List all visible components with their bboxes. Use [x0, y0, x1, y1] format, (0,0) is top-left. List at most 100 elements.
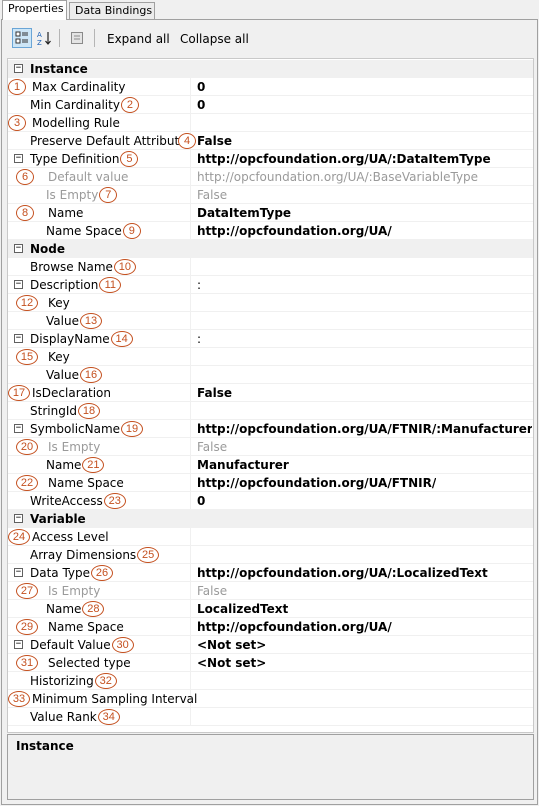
property-row[interactable]: Key 15 [8, 348, 533, 366]
collapse-toggle-icon[interactable]: − [14, 334, 23, 343]
property-row[interactable]: − Type Definition http://opcfoundation.org… [8, 150, 533, 168]
property-row[interactable]: Historizing 32 [8, 672, 533, 690]
expand-all-button[interactable]: Expand all [107, 32, 170, 46]
column-divider[interactable] [190, 150, 191, 167]
column-divider[interactable] [190, 366, 191, 383]
categorized-view-button[interactable] [12, 28, 32, 48]
property-value[interactable]: http://opcfoundation.org/UA/FTNIR/ [197, 476, 436, 490]
column-divider[interactable] [190, 636, 191, 653]
column-divider[interactable] [190, 348, 191, 365]
property-row[interactable]: Min Cardinality 0 2 [8, 96, 533, 114]
column-divider[interactable] [190, 276, 191, 293]
property-row[interactable]: Max Cardinality 0 1 [8, 78, 533, 96]
property-row[interactable]: Selected type <Not set> 31 [8, 654, 533, 672]
column-divider[interactable] [190, 456, 191, 473]
property-row[interactable]: StringId 18 [8, 402, 533, 420]
column-divider[interactable] [190, 564, 191, 581]
property-row[interactable]: Is Empty False 20 [8, 438, 533, 456]
column-divider[interactable] [190, 600, 191, 617]
property-row[interactable]: Browse Name 10 [8, 258, 533, 276]
alphabetical-sort-button[interactable]: A Z [34, 28, 54, 48]
property-row[interactable]: IsDeclaration False 17 [8, 384, 533, 402]
collapse-toggle-icon[interactable]: − [14, 514, 23, 523]
property-value[interactable]: : [197, 332, 201, 346]
column-divider[interactable] [190, 546, 191, 563]
collapse-all-button[interactable]: Collapse all [180, 32, 249, 46]
column-divider[interactable] [190, 78, 191, 95]
column-divider[interactable] [190, 582, 191, 599]
column-divider[interactable] [190, 96, 191, 113]
column-divider[interactable] [190, 528, 191, 545]
column-divider[interactable] [190, 330, 191, 347]
property-row[interactable]: − SymbolicName http://opcfoundation.org/UA… [8, 420, 533, 438]
property-row[interactable]: − Description: 11 [8, 276, 533, 294]
property-value[interactable]: 0 [197, 98, 205, 112]
property-row[interactable]: Name Manufacturer 21 [8, 456, 533, 474]
property-value[interactable]: False [197, 188, 227, 202]
property-row[interactable]: Value 13 [8, 312, 533, 330]
collapse-toggle-icon[interactable]: − [14, 640, 23, 649]
property-value[interactable]: 0 [197, 494, 205, 508]
property-row[interactable]: Name Space http://opcfoundation.org/UA/9 [8, 222, 533, 240]
column-divider[interactable] [190, 492, 191, 509]
column-divider[interactable] [190, 312, 191, 329]
property-row[interactable]: Name DataItemType 8 [8, 204, 533, 222]
property-row[interactable]: WriteAccess 0 23 [8, 492, 533, 510]
property-row[interactable]: Key 12 [8, 294, 533, 312]
property-row[interactable]: Default value http://opcfoundation.org/UA… [8, 168, 533, 186]
property-value[interactable]: Manufacturer [197, 458, 289, 472]
category-row[interactable]: − Node [8, 240, 533, 258]
column-divider[interactable] [190, 204, 191, 221]
property-row[interactable]: Is Empty False 7 [8, 186, 533, 204]
property-row[interactable]: Name Space http://opcfoundation.org/UA/29 [8, 618, 533, 636]
property-value[interactable]: False [197, 584, 227, 598]
collapse-toggle-icon[interactable]: − [14, 280, 23, 289]
column-divider[interactable] [190, 654, 191, 671]
property-value[interactable]: 0 [197, 80, 205, 94]
collapse-toggle-icon[interactable]: − [14, 154, 23, 163]
property-value[interactable]: False [197, 386, 232, 400]
property-row[interactable]: Is Empty False 27 [8, 582, 533, 600]
property-row[interactable]: − DisplayName: 14 [8, 330, 533, 348]
column-divider[interactable] [190, 402, 191, 419]
column-divider[interactable] [190, 708, 191, 725]
column-divider[interactable] [190, 258, 191, 275]
property-value[interactable]: : [197, 278, 201, 292]
property-row[interactable]: Name LocalizedText 28 [8, 600, 533, 618]
collapse-toggle-icon[interactable]: − [14, 244, 23, 253]
column-divider[interactable] [190, 618, 191, 635]
category-row[interactable]: − Instance [8, 60, 533, 78]
column-divider[interactable] [190, 294, 191, 311]
property-value[interactable]: False [197, 134, 232, 148]
property-value[interactable]: http://opcfoundation.org/UA/ [197, 224, 392, 238]
property-row[interactable]: Array Dimensions 25 [8, 546, 533, 564]
tab-properties[interactable]: Properties [2, 0, 67, 20]
property-row[interactable]: Value 16 [8, 366, 533, 384]
property-value[interactable]: False [197, 440, 227, 454]
property-value[interactable]: http://opcfoundation.org/UA/:LocalizedTe… [197, 566, 488, 580]
property-row[interactable]: Name Space http://opcfoundation.org/UA/FT… [8, 474, 533, 492]
property-row[interactable]: Modelling Rule 3 [8, 114, 533, 132]
column-divider[interactable] [190, 438, 191, 455]
property-row[interactable]: Value Rank 34 [8, 708, 533, 726]
collapse-toggle-icon[interactable]: − [14, 424, 23, 433]
column-divider[interactable] [190, 672, 191, 689]
collapse-toggle-icon[interactable]: − [14, 568, 23, 577]
property-pages-button[interactable] [67, 28, 87, 48]
column-divider[interactable] [190, 186, 191, 203]
column-divider[interactable] [190, 222, 191, 239]
column-divider[interactable] [190, 474, 191, 491]
category-row[interactable]: − Variable [8, 510, 533, 528]
tab-data-bindings[interactable]: Data Bindings [69, 2, 155, 19]
property-row[interactable]: Preserve Default Attributes False 4 [8, 132, 533, 150]
property-value[interactable]: http://opcfoundation.org/UA/:BaseVariabl… [197, 170, 478, 184]
property-value[interactable]: <Not set> [197, 656, 266, 670]
property-value[interactable]: http://opcfoundation.org/UA/FTNIR/:Manuf… [197, 422, 532, 436]
property-value[interactable]: http://opcfoundation.org/UA/:DataItemTyp… [197, 152, 491, 166]
property-row[interactable]: Access Level 24 [8, 528, 533, 546]
property-row[interactable]: − Data Type http://opcfoundation.org/UA/:L… [8, 564, 533, 582]
column-divider[interactable] [190, 420, 191, 437]
property-value[interactable]: LocalizedText [197, 602, 288, 616]
column-divider[interactable] [190, 384, 191, 401]
property-value[interactable]: DataItemType [197, 206, 291, 220]
